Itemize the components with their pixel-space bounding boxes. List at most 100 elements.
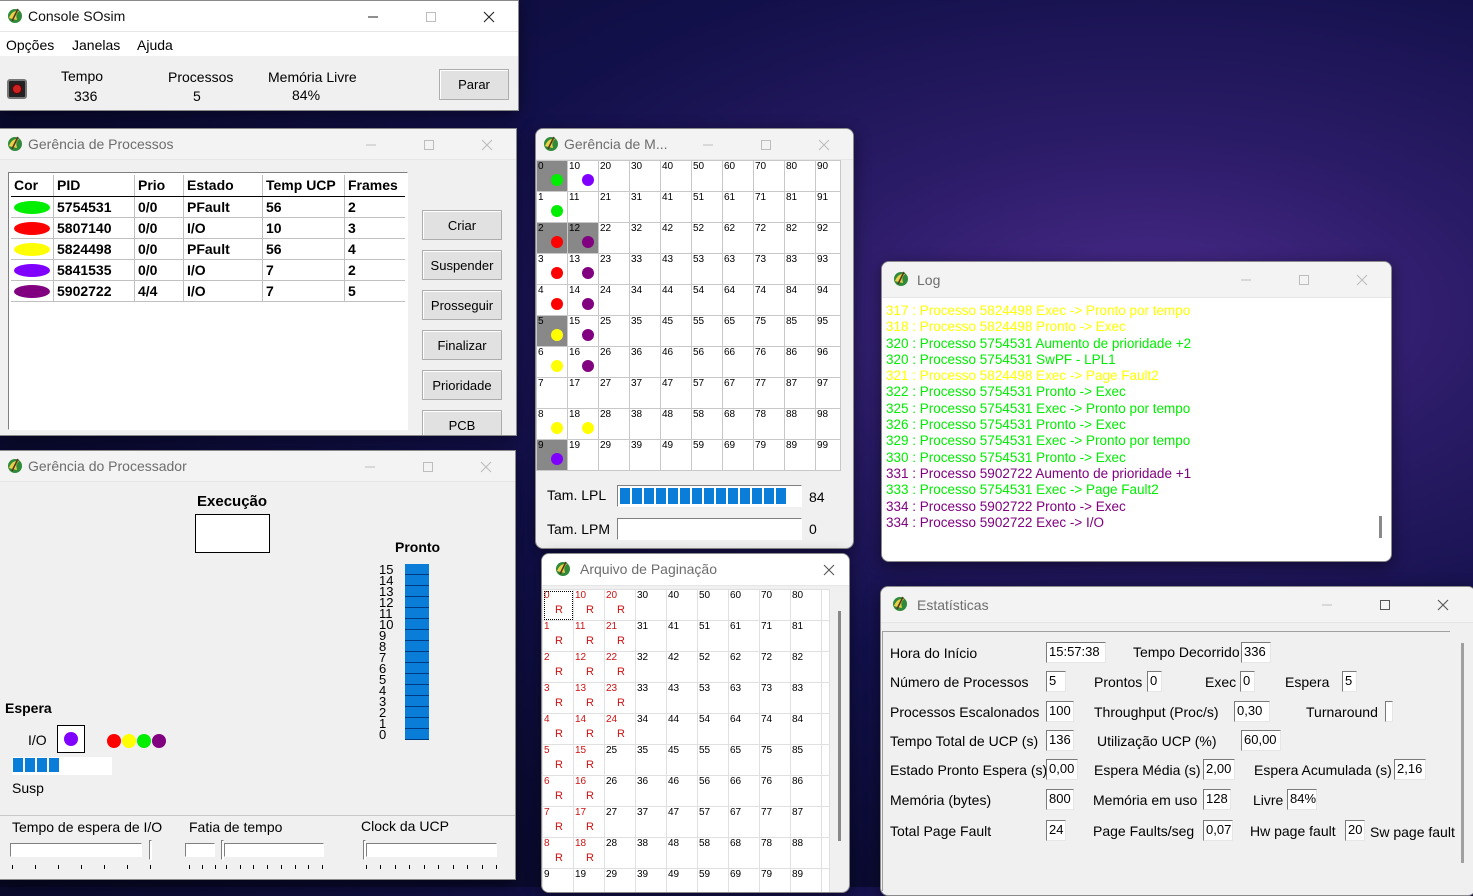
maximize-icon <box>1275 262 1333 298</box>
process-dot <box>152 734 166 748</box>
parar-button[interactable]: Parar <box>439 69 509 100</box>
close-icon[interactable] <box>457 451 515 482</box>
processor-title: Gerência do Processador <box>28 458 187 474</box>
hora-inicio-label: Hora do Início <box>890 645 978 661</box>
espera-label: Espera <box>5 700 52 716</box>
lpm-value: 0 <box>809 521 817 537</box>
menu-opcoes[interactable]: Opções <box>6 37 54 53</box>
minimize-icon[interactable] <box>344 1 402 32</box>
memory-frame: 94 <box>815 284 841 316</box>
minimize-icon[interactable] <box>1298 587 1356 623</box>
col-prio[interactable]: Prio <box>134 175 184 197</box>
page-slot: 4R <box>542 713 574 745</box>
sosim-logo-icon <box>892 270 910 288</box>
prosseguir-button[interactable]: Prosseguir <box>422 290 502 320</box>
page-slot: 56 <box>697 775 729 807</box>
page-slot: 80 <box>790 589 822 621</box>
stats-scrollbar[interactable] <box>1461 643 1464 863</box>
memory-frame: 75 <box>753 315 785 347</box>
cell-temp: 10 <box>262 217 345 239</box>
processes-title: Gerência de Processos <box>28 136 174 152</box>
col-frames[interactable]: Frames <box>344 175 405 197</box>
close-icon[interactable] <box>795 129 853 160</box>
col-pid[interactable]: PID <box>53 175 135 197</box>
fatia-tempo-label: Fatia de tempo <box>189 819 283 835</box>
progress-segment <box>37 758 47 772</box>
process-dot <box>137 734 151 748</box>
processos-value: 5 <box>193 88 201 104</box>
cell-prio: 0/0 <box>134 217 184 239</box>
processes-titlebar[interactable]: Gerência de Processos <box>0 129 516 160</box>
close-icon[interactable] <box>1414 587 1472 623</box>
fatia-tempo-slider[interactable] <box>224 843 324 857</box>
minimize-icon[interactable] <box>1217 262 1275 298</box>
tempo-ucp-field: 136 <box>1046 730 1074 751</box>
table-row[interactable]: 5841535 0/0 I/O 7 2 <box>11 259 405 281</box>
memory-frame: 2 <box>536 222 568 254</box>
log-titlebar[interactable]: Log <box>882 262 1391 298</box>
table-row[interactable]: 5807140 0/0 I/O 10 3 <box>11 217 405 239</box>
tempo-decorrido-field: 336 <box>1241 642 1271 663</box>
slider-thumb[interactable] <box>149 840 152 860</box>
criar-button[interactable]: Criar <box>422 210 502 240</box>
processor-titlebar[interactable]: Gerência do Processador <box>0 451 515 482</box>
scrollbar[interactable] <box>838 611 841 841</box>
turnaround-field <box>1385 701 1393 722</box>
tempo-espera-io-slider[interactable] <box>10 843 142 857</box>
process-color-swatch <box>14 264 50 278</box>
page-resident-mark: R <box>586 790 594 802</box>
maximize-icon[interactable] <box>1356 587 1414 623</box>
memory-titlebar[interactable]: Gerência de M... <box>536 129 853 160</box>
pcb-button[interactable]: PCB <box>422 410 502 435</box>
console-titlebar[interactable]: Console SOsim <box>0 1 518 32</box>
col-estado[interactable]: Estado <box>183 175 263 197</box>
memory-frame: 41 <box>660 191 692 223</box>
memory-frame: 15 <box>567 315 599 347</box>
table-row[interactable]: 5754531 0/0 PFault 56 2 <box>11 196 405 218</box>
fatia-tempo-field[interactable] <box>185 843 215 857</box>
close-icon[interactable] <box>1333 262 1391 298</box>
escalonados-label: Processos Escalonados <box>890 704 1040 720</box>
memory-frame: 83 <box>784 253 816 285</box>
memory-frame: 35 <box>629 315 661 347</box>
stats-titlebar[interactable]: Estatísticas <box>881 587 1473 623</box>
suspender-button[interactable]: Suspender <box>422 250 502 280</box>
pronto-level-slot <box>405 663 429 674</box>
page-slot: 71 <box>759 620 791 652</box>
menu-janelas[interactable]: Janelas <box>72 37 120 53</box>
processos-label: Processos <box>168 69 234 85</box>
page-slot: 9 <box>542 868 574 892</box>
close-icon[interactable] <box>458 129 516 160</box>
log-scrollbar[interactable] <box>1370 298 1390 561</box>
col-cor[interactable]: Cor <box>11 175 54 197</box>
cell-frames: 4 <box>344 238 405 260</box>
page-slot: 64 <box>728 713 760 745</box>
table-row[interactable]: 5902722 4/4 I/O 7 5 <box>11 280 405 302</box>
col-temp-ucp[interactable]: Temp UCP <box>262 175 345 197</box>
minimize-icon[interactable] <box>342 129 400 160</box>
minimize-icon[interactable] <box>341 451 399 482</box>
cell-prio: 0/0 <box>134 238 184 260</box>
close-icon[interactable] <box>809 554 849 585</box>
scrollbar-thumb[interactable] <box>1379 516 1382 538</box>
io-current-box <box>57 725 85 753</box>
throughput-label: Throughput (Proc/s) <box>1094 704 1219 720</box>
prioridade-button[interactable]: Prioridade <box>422 370 502 400</box>
paging-titlebar[interactable]: Arquivo de Paginação <box>542 554 849 586</box>
table-row[interactable]: 5824498 0/0 PFault 56 4 <box>11 238 405 260</box>
pronto-espera-field: 0,00 <box>1046 759 1078 780</box>
menu-ajuda[interactable]: Ajuda <box>137 37 173 53</box>
cell-estado: PFault <box>183 196 263 218</box>
memory-frame: 80 <box>784 160 816 192</box>
page-slot: 43 <box>666 682 698 714</box>
close-icon[interactable] <box>460 1 518 32</box>
log-line: 318 : Processo 5824498 Pronto -> Exec <box>886 319 1126 335</box>
finalizar-button[interactable]: Finalizar <box>422 330 502 360</box>
memory-frame: 54 <box>691 284 723 316</box>
cell-color <box>11 259 54 281</box>
clock-ucp-slider[interactable] <box>366 843 497 857</box>
minimize-icon[interactable] <box>679 129 737 160</box>
page-slot: 7R <box>542 806 574 838</box>
memory-frame: 87 <box>784 377 816 409</box>
page-slot: 46 <box>666 775 698 807</box>
